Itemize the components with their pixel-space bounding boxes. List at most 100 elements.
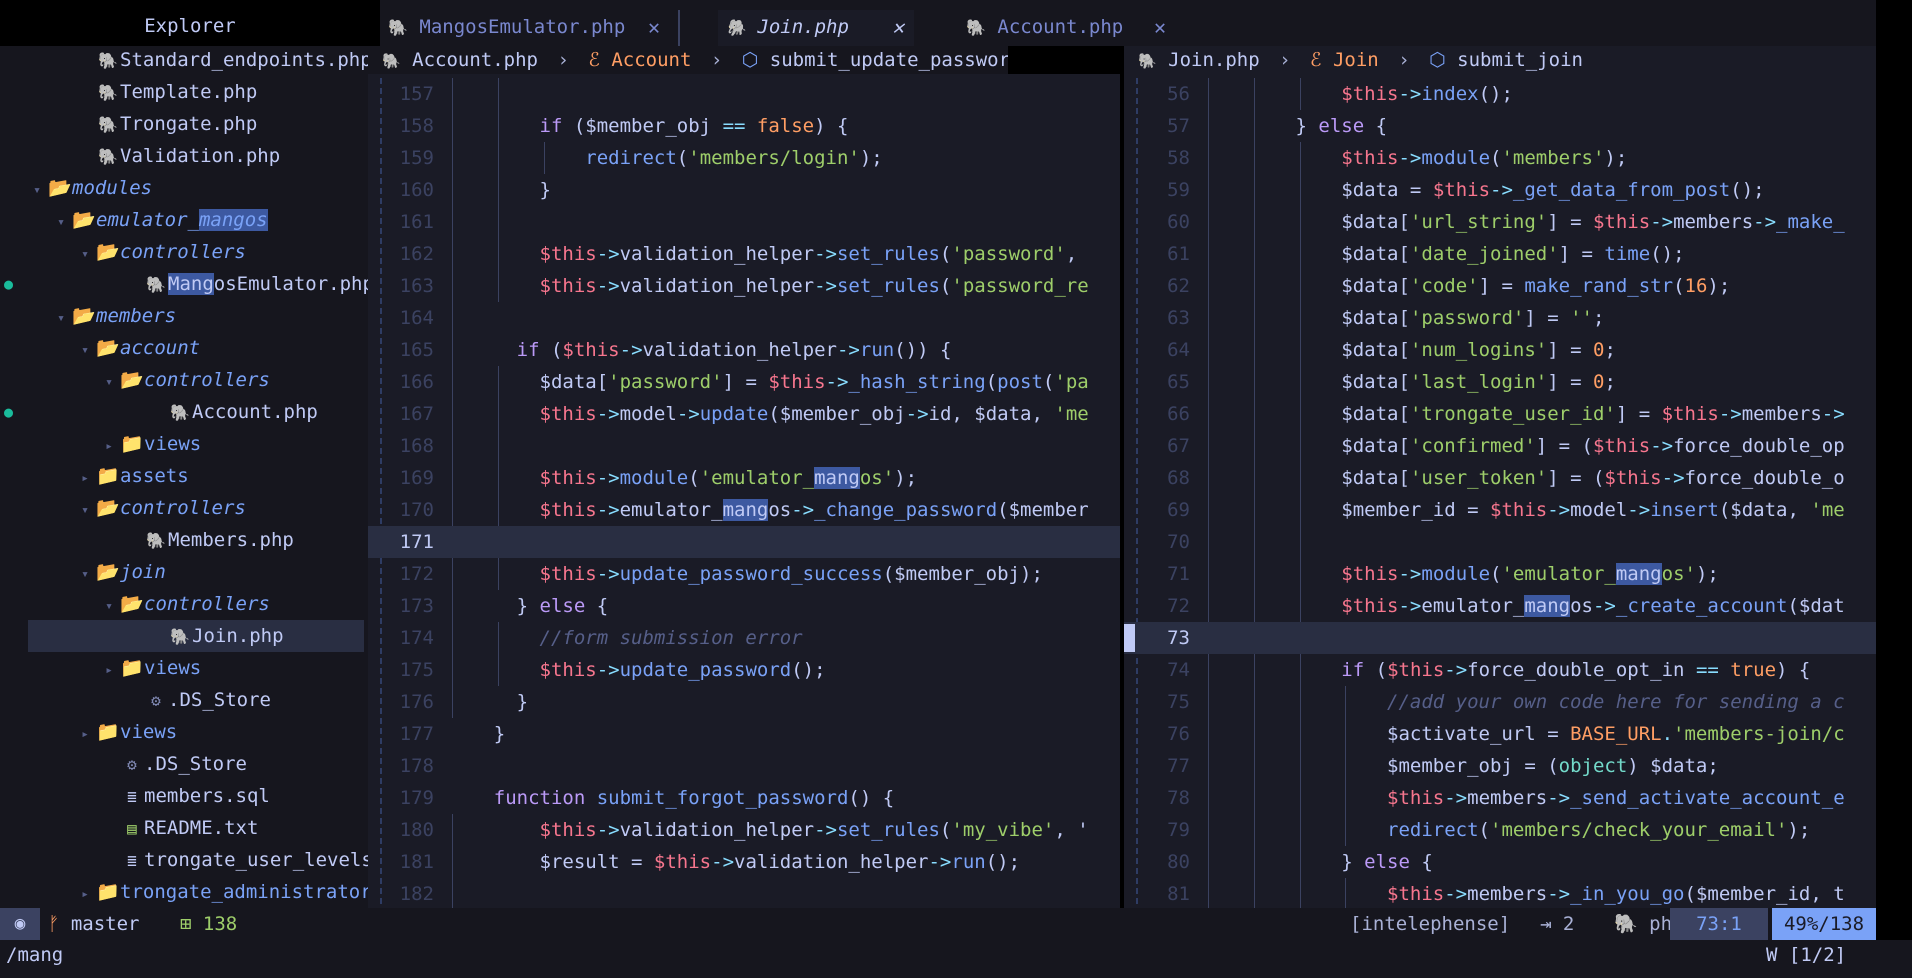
code-line[interactable]: 166 $data['password'] = $this->_hash_str… (368, 366, 1120, 398)
breadcrumb-class[interactable]: Join (1333, 49, 1379, 71)
code-line[interactable]: 167 $this->model->update($member_obj->id… (368, 398, 1120, 430)
code-line[interactable]: 179 function submit_forgot_password() { (368, 782, 1120, 814)
code-line[interactable]: 163 $this->validation_helper->set_rules(… (368, 270, 1120, 302)
code-line[interactable]: 180 $this->validation_helper->set_rules(… (368, 814, 1120, 846)
code-line[interactable]: 76 $activate_url = BASE_URL.'members-joi… (1124, 718, 1876, 750)
tree-folder[interactable]: ▾ 📂join (0, 556, 364, 588)
code-line[interactable]: 64 $data['num_logins'] = 0; (1124, 334, 1876, 366)
close-icon[interactable]: ✕ (1154, 10, 1166, 44)
tree-file[interactable]: 🐘 Members.php (0, 524, 364, 556)
tree-folder[interactable]: ▸ 📁views (0, 428, 364, 460)
code-line[interactable]: 162 $this->validation_helper->set_rules(… (368, 238, 1120, 270)
code-line[interactable]: 165 if ($this->validation_helper->run())… (368, 334, 1120, 366)
chevron-right-icon[interactable]: ▸ (74, 463, 96, 495)
tree-folder[interactable]: ▾ 📂controllers (0, 492, 364, 524)
code-line[interactable]: 160 } (368, 174, 1120, 206)
code-line[interactable]: 175 $this->update_password(); (368, 654, 1120, 686)
tree-folder[interactable]: ▾ 📂modules (0, 172, 364, 204)
chevron-down-icon[interactable]: ▾ (98, 591, 120, 623)
chevron-right-icon[interactable]: ▸ (74, 719, 96, 751)
close-icon[interactable]: ✕ (648, 10, 660, 44)
tree-file[interactable]: 🐘 Standard_endpoints.php (0, 44, 372, 76)
tab-account[interactable]: 🐘 Account.php ✕ (958, 10, 1176, 46)
code-line[interactable]: 181 $result = $this->validation_helper->… (368, 846, 1120, 878)
tree-folder[interactable]: ▾ 📂controllers (0, 588, 364, 620)
code-line[interactable]: 164 (368, 302, 1120, 334)
git-branch[interactable]: ᚠ master (48, 908, 140, 940)
tree-folder[interactable]: ▾ 📂controllers (0, 364, 364, 396)
code-line[interactable]: 75 //add your own code here for sending … (1124, 686, 1876, 718)
code-line[interactable]: 68 $data['user_token'] = ($this->force_d… (1124, 462, 1876, 494)
code-area[interactable]: 157 158 if ($member_obj == false) {159 re… (368, 78, 1120, 908)
code-line[interactable]: 177 } (368, 718, 1120, 750)
tab-mangosemulator[interactable]: 🐘 MangosEmulator.php ✕ (380, 10, 670, 46)
code-line[interactable]: 173 } else { (368, 590, 1120, 622)
code-line[interactable]: 161 (368, 206, 1120, 238)
tree-file[interactable]: 🐘 Validation.php (0, 140, 364, 172)
code-line[interactable]: 79 redirect('members/check_your_email'); (1124, 814, 1876, 846)
tree-folder[interactable]: ▾ 📂controllers (0, 236, 364, 268)
tree-file[interactable]: ≣ trongate_user_levels (0, 844, 373, 876)
code-line[interactable]: 159 redirect('members/login'); (368, 142, 1120, 174)
tree-folder[interactable]: ▸ 📁views (0, 716, 364, 748)
code-line[interactable]: 69 $member_id = $this->model->insert($da… (1124, 494, 1876, 526)
tree-file[interactable]: 🐘 Template.php (0, 76, 364, 108)
tree-folder[interactable]: ▾ 📂emulator_mangos (0, 204, 364, 236)
chevron-down-icon[interactable]: ▾ (50, 303, 72, 335)
tree-file[interactable]: ● 🐘 MangosEmulator.php (0, 268, 374, 300)
tree-folder[interactable]: ▾ 📂account (0, 332, 364, 364)
chevron-right-icon[interactable]: ▸ (98, 655, 120, 687)
tree-file[interactable]: 🐘 Join.php (28, 620, 364, 652)
breadcrumb-method[interactable]: submit_join (1457, 49, 1583, 71)
breadcrumb-file[interactable]: Join.php (1168, 49, 1260, 71)
tree-file[interactable]: ● 🐘 Account.php (0, 396, 364, 428)
code-line[interactable]: 77 $member_obj = (object) $data; (1124, 750, 1876, 782)
chevron-right-icon[interactable]: ▸ (98, 431, 120, 463)
code-line[interactable]: 78 $this->members->_send_activate_accoun… (1124, 782, 1876, 814)
code-line[interactable]: 58 $this->module('members'); (1124, 142, 1876, 174)
code-line[interactable]: 66 $data['trongate_user_id'] = $this->me… (1124, 398, 1876, 430)
tab-join[interactable]: 🐘 Join.php ✕ (678, 10, 914, 46)
code-line[interactable]: 80 } else { (1124, 846, 1876, 878)
code-line[interactable]: 67 $data['confirmed'] = ($this->force_do… (1124, 430, 1876, 462)
code-line[interactable]: 62 $data['code'] = make_rand_str(16); (1124, 270, 1876, 302)
tree-folder[interactable]: ▸ 📁trongate_administrator (0, 876, 372, 911)
tree-folder[interactable]: ▸ 📁assets (0, 460, 364, 492)
chevron-down-icon[interactable]: ▾ (98, 367, 120, 399)
cursor-line[interactable]: 171 (368, 526, 1120, 558)
tree-file[interactable]: ≣ members.sql (0, 780, 364, 812)
chevron-down-icon[interactable]: ▾ (26, 175, 48, 207)
code-line[interactable]: 178 (368, 750, 1120, 782)
code-line[interactable]: 158 if ($member_obj == false) { (368, 110, 1120, 142)
code-line[interactable]: 157 (368, 78, 1120, 110)
cursor-line[interactable]: 73 (1124, 622, 1876, 654)
code-line[interactable]: 168 (368, 430, 1120, 462)
code-line[interactable]: 60 $data['url_string'] = $this->members-… (1124, 206, 1876, 238)
breadcrumb-method[interactable]: submit_update_password (770, 49, 1022, 71)
code-line[interactable]: 57 } else { (1124, 110, 1876, 142)
chevron-right-icon[interactable]: ▸ (74, 879, 96, 911)
tree-file[interactable]: 🐘 Trongate.php (0, 108, 364, 140)
editor-pane-join[interactable]: 🐘 Join.php › ℰ Join › ⬡ submit_join 56 $… (1124, 46, 1876, 908)
tree-folder[interactable]: ▾ 📂members (0, 300, 364, 332)
chevron-down-icon[interactable]: ▾ (74, 335, 96, 367)
tree-file[interactable]: ⚙ .DS_Store (0, 684, 364, 716)
code-line[interactable]: 56 $this->index(); (1124, 78, 1876, 110)
code-line[interactable]: 172 $this->update_password_success($memb… (368, 558, 1120, 590)
code-line[interactable]: 74 if ($this->force_double_opt_in == tru… (1124, 654, 1876, 686)
code-line[interactable]: 59 $data = $this->_get_data_from_post(); (1124, 174, 1876, 206)
code-line[interactable]: 71 $this->module('emulator_mangos'); (1124, 558, 1876, 590)
tree-file[interactable]: ▤ README.txt (0, 812, 364, 844)
code-line[interactable]: 61 $data['date_joined'] = time(); (1124, 238, 1876, 270)
breadcrumb-class[interactable]: Account (611, 49, 691, 71)
code-line[interactable]: 170 $this->emulator_mangos->_change_pass… (368, 494, 1120, 526)
chevron-down-icon[interactable]: ▾ (74, 239, 96, 271)
code-line[interactable]: 63 $data['password'] = ''; (1124, 302, 1876, 334)
breadcrumb-file[interactable]: Account.php (412, 49, 538, 71)
close-icon[interactable]: ✕ (892, 10, 904, 44)
code-line[interactable]: 72 $this->emulator_mangos->_create_accou… (1124, 590, 1876, 622)
code-line[interactable]: 81 $this->members->_in_you_go($member_id… (1124, 878, 1876, 908)
search-command[interactable]: /mang (6, 940, 63, 970)
chevron-down-icon[interactable]: ▾ (74, 559, 96, 591)
chevron-down-icon[interactable]: ▾ (50, 207, 72, 239)
